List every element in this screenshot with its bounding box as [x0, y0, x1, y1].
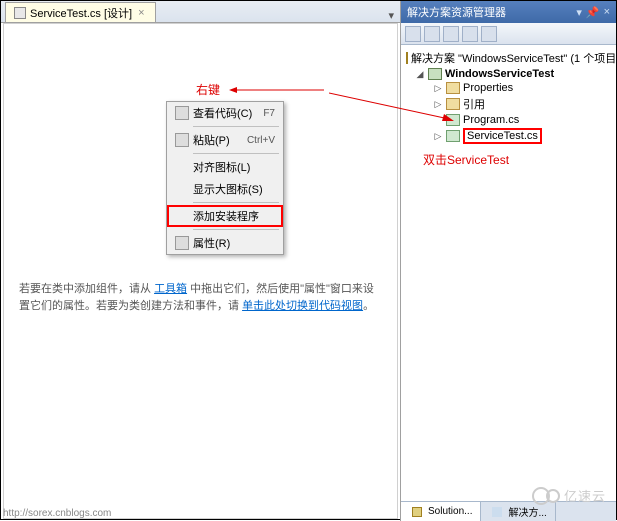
expand-icon[interactable]: ▷	[433, 83, 443, 94]
menu-item-align[interactable]: 对齐图标(L)	[167, 156, 283, 178]
close-icon[interactable]: ×	[136, 7, 146, 19]
expand-icon[interactable]: ▷	[433, 99, 443, 110]
panel-title-text: 解决方案资源管理器	[407, 4, 506, 20]
context-menu: 查看代码(C) F7 粘贴(P) Ctrl+V 对齐图标(L) 显示大图标(S)…	[166, 101, 284, 255]
close-panel-icon[interactable]: ×	[604, 6, 610, 19]
source-url: http://sorex.cnblogs.com	[3, 508, 111, 519]
toolbar-icon[interactable]	[462, 26, 478, 42]
panel-tab-solution[interactable]: Solution...	[401, 502, 481, 521]
menu-item-properties[interactable]: 属性(R)	[167, 232, 283, 254]
menu-separator	[193, 153, 279, 154]
toolbox-link[interactable]: 工具箱	[154, 283, 187, 295]
designer-hint: 若要在类中添加组件，请从 工具箱 中拖出它们，然后使用"属性"窗口来设置它们的属…	[19, 281, 382, 314]
menu-item-view-code[interactable]: 查看代码(C) F7	[167, 102, 283, 124]
menu-item-add-installer[interactable]: 添加安装程序	[167, 205, 283, 227]
properties-icon	[175, 236, 189, 250]
editor-area: ServiceTest.cs [设计] × ▾ 右键 查看代码(C) F7 粘贴…	[1, 1, 401, 521]
annotation-right-click: 右键	[196, 81, 220, 98]
pin-icon[interactable]: 📌	[586, 6, 600, 19]
expand-icon[interactable]: ▷	[433, 131, 443, 142]
document-tab-bar: ServiceTest.cs [设计] × ▾	[1, 1, 400, 23]
tree-node-references[interactable]: ▷ 引用	[403, 95, 614, 113]
panel-toolbar	[401, 23, 616, 45]
tree-node-project[interactable]: ◢ WindowsServiceTest	[403, 67, 614, 81]
tab-overflow-icon[interactable]: ▾	[382, 9, 400, 22]
solution-icon	[406, 52, 408, 64]
code-view-link[interactable]: 单击此处切换到代码视图	[242, 300, 363, 312]
code-icon	[175, 106, 189, 120]
tab-title: ServiceTest.cs [设计]	[30, 5, 132, 21]
solution-icon	[412, 507, 422, 517]
tree-node-properties[interactable]: ▷ Properties	[403, 81, 614, 95]
solution-tree: 解决方案 "WindowsServiceTest" (1 个项目) ◢ Wind…	[401, 45, 616, 501]
watermark: 亿速云	[532, 486, 606, 505]
menu-separator	[193, 126, 279, 127]
dropdown-icon[interactable]: ▾	[576, 6, 582, 19]
toolbar-icon[interactable]	[405, 26, 421, 42]
collapse-icon[interactable]: ◢	[415, 69, 425, 80]
menu-separator	[193, 202, 279, 203]
menu-item-paste[interactable]: 粘贴(P) Ctrl+V	[167, 129, 283, 151]
cs-file-icon	[446, 130, 460, 142]
cs-file-icon	[446, 114, 460, 126]
panel-title-bar: 解决方案资源管理器 ▾ 📌 ×	[401, 1, 616, 23]
solution-explorer-panel: 解决方案资源管理器 ▾ 📌 × 解决方案 "WindowsServiceTest…	[401, 1, 616, 521]
document-tab[interactable]: ServiceTest.cs [设计] ×	[5, 2, 156, 22]
tree-node-solution[interactable]: 解决方案 "WindowsServiceTest" (1 个项目)	[403, 49, 614, 67]
annotation-double-click: 双击ServiceTest	[423, 151, 614, 168]
paste-icon	[175, 133, 189, 147]
tree-node-program[interactable]: Program.cs	[403, 113, 614, 127]
toolbar-icon[interactable]	[424, 26, 440, 42]
toolbar-icon[interactable]	[481, 26, 497, 42]
menu-item-large-icons[interactable]: 显示大图标(S)	[167, 178, 283, 200]
tree-node-servicetest[interactable]: ▷ ServiceTest.cs	[403, 127, 614, 145]
toolbar-icon[interactable]	[443, 26, 459, 42]
folder-icon	[446, 82, 460, 94]
team-icon	[492, 507, 502, 517]
menu-separator	[193, 229, 279, 230]
project-icon	[428, 68, 442, 80]
references-icon	[446, 98, 460, 110]
file-icon	[14, 7, 26, 19]
